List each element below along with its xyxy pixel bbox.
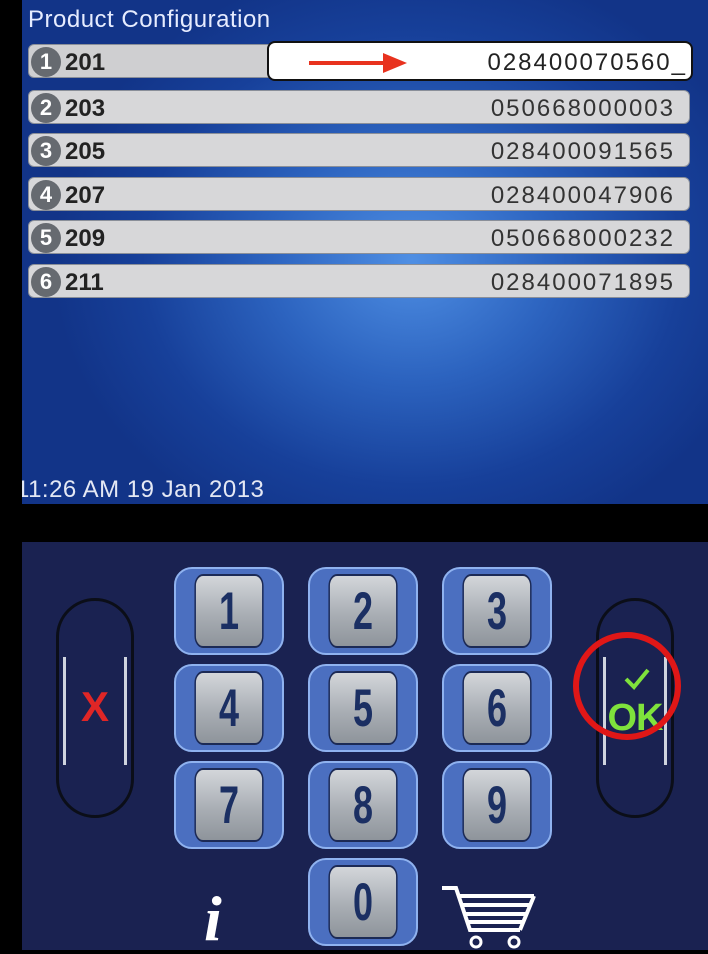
key-4[interactable]: 4: [174, 664, 284, 752]
row-code: 209: [65, 225, 106, 252]
key-label: 5: [352, 678, 374, 738]
row-code: 211: [65, 269, 104, 296]
key-label: 2: [352, 581, 374, 641]
key-3[interactable]: 3: [442, 567, 552, 655]
ok-highlight-circle: [573, 632, 681, 740]
cart-icon[interactable]: [440, 884, 538, 950]
datetime-status: 11:26 AM 19 Jan 2013: [22, 476, 265, 503]
key-8[interactable]: 8: [308, 761, 418, 849]
barcode-value: 050668000232: [490, 225, 675, 252]
key-7[interactable]: 7: [174, 761, 284, 849]
cancel-x-icon: X: [80, 683, 109, 730]
row-code: 207: [65, 182, 106, 209]
cancel-button[interactable]: X: [56, 598, 134, 818]
barcode-value: 028400071895: [490, 269, 675, 296]
row-number-badge: 5: [31, 223, 61, 253]
product-row-6[interactable]: 6 211 028400071895: [28, 264, 690, 298]
row-number-badge: 4: [31, 180, 61, 210]
right-arrow-icon: [309, 53, 407, 73]
row-code: 201: [65, 49, 106, 76]
row-number-badge: 6: [31, 267, 61, 297]
key-label: 0: [352, 872, 374, 932]
product-row-2[interactable]: 2 203 050668000003: [28, 90, 690, 124]
product-configuration-screen: Product Configuration 1 201 028400070560…: [22, 0, 708, 504]
row-number-badge: 2: [31, 93, 61, 123]
key-1[interactable]: 1: [174, 567, 284, 655]
product-row-3[interactable]: 3 205 028400091565: [28, 133, 690, 167]
screen-title: Product Configuration: [28, 6, 271, 33]
key-label: 7: [218, 775, 240, 835]
row-code: 203: [65, 95, 106, 122]
key-6[interactable]: 6: [442, 664, 552, 752]
barcode-value: 028400070560_: [487, 49, 687, 76]
key-label: 6: [486, 678, 508, 738]
barcode-value: 050668000003: [490, 95, 675, 122]
keypad-panel: X OK 1 2 3 4 5 6 7 8 9 0 i: [22, 542, 708, 951]
key-5[interactable]: 5: [308, 664, 418, 752]
barcode-value: 028400047906: [490, 182, 675, 209]
barcode-value: 028400091565: [490, 138, 675, 165]
product-row-4[interactable]: 4 207 028400047906: [28, 177, 690, 211]
barcode-input-field[interactable]: 028400070560_: [267, 41, 693, 81]
row-number-badge: 1: [31, 47, 61, 77]
key-label: 9: [486, 775, 508, 835]
key-0[interactable]: 0: [308, 858, 418, 946]
product-row-1[interactable]: 1 201 028400070560_: [28, 41, 693, 81]
row-code: 205: [65, 138, 106, 165]
product-row-5[interactable]: 5 209 050668000232: [28, 220, 690, 254]
row-number-badge: 3: [31, 136, 61, 166]
key-label: 8: [352, 775, 374, 835]
key-label: 4: [218, 678, 240, 738]
key-label: 3: [486, 581, 508, 641]
key-9[interactable]: 9: [442, 761, 552, 849]
info-icon[interactable]: i: [204, 887, 222, 951]
key-label: 1: [218, 581, 240, 641]
key-2[interactable]: 2: [308, 567, 418, 655]
